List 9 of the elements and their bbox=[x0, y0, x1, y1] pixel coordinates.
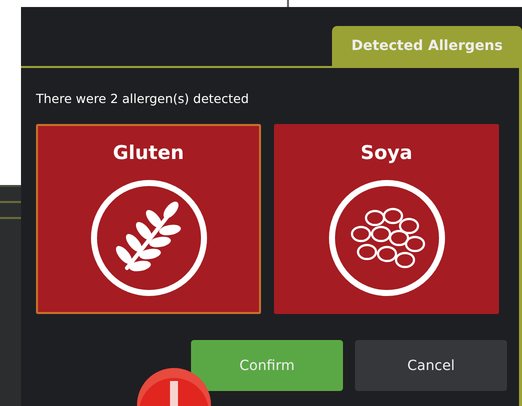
alert-icon bbox=[137, 368, 211, 406]
cancel-button[interactable]: Cancel bbox=[355, 340, 507, 391]
detection-message: There were 2 allergen(s) detected bbox=[36, 91, 250, 106]
allergen-name: Soya bbox=[360, 142, 412, 164]
allergen-card[interactable]: Soya bbox=[274, 124, 499, 314]
beans-icon bbox=[326, 178, 446, 298]
allergen-name: Gluten bbox=[112, 142, 184, 164]
allergen-card[interactable]: Gluten bbox=[36, 124, 261, 314]
wheat-icon bbox=[88, 178, 208, 298]
